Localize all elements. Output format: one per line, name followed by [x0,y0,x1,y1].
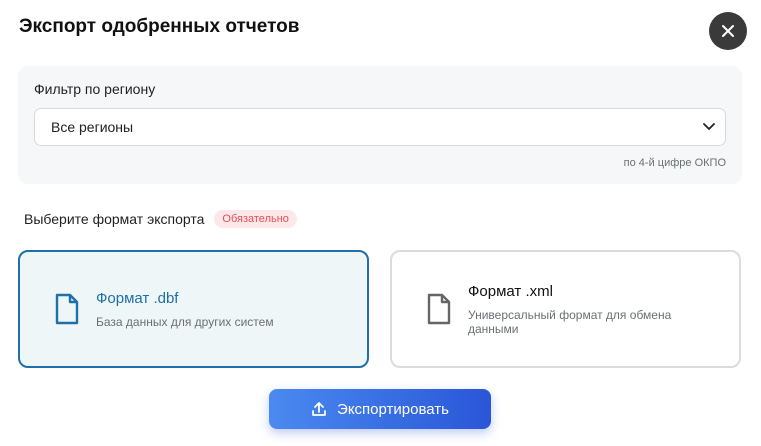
format-option-xml[interactable]: Формат .xml Универсальный формат для обм… [390,250,741,368]
dialog-title: Экспорт одобренных отчетов [19,16,300,37]
region-filter-panel: Фильтр по региону Все регионы по 4-й циф… [18,66,742,184]
chevron-down-icon [703,123,715,130]
region-filter-label: Фильтр по региону [34,81,156,97]
format-section-header: Выберите формат экспорта Обязательно [24,210,297,228]
format-option-dbf[interactable]: Формат .dbf База данных для других систе… [18,250,369,368]
region-select[interactable]: Все регионы [34,108,726,146]
upload-icon [312,402,326,416]
close-icon [722,25,734,37]
required-badge: Обязательно [214,210,297,228]
format-label: Выберите формат экспорта [24,211,205,227]
file-icon [52,292,82,326]
region-select-value: Все регионы [51,119,134,135]
region-filter-hint: по 4-й цифре ОКПО [623,157,726,169]
export-button[interactable]: Экспортировать [269,389,491,429]
file-icon [424,292,454,326]
format-option-title: Формат .xml [468,282,553,300]
format-option-description: Универсальный формат для обмена данными [468,307,672,336]
format-option-title: Формат .dbf [96,289,179,307]
format-option-description: База данных для других систем [96,314,274,329]
close-button[interactable] [709,12,747,50]
export-button-label: Экспортировать [337,400,449,418]
